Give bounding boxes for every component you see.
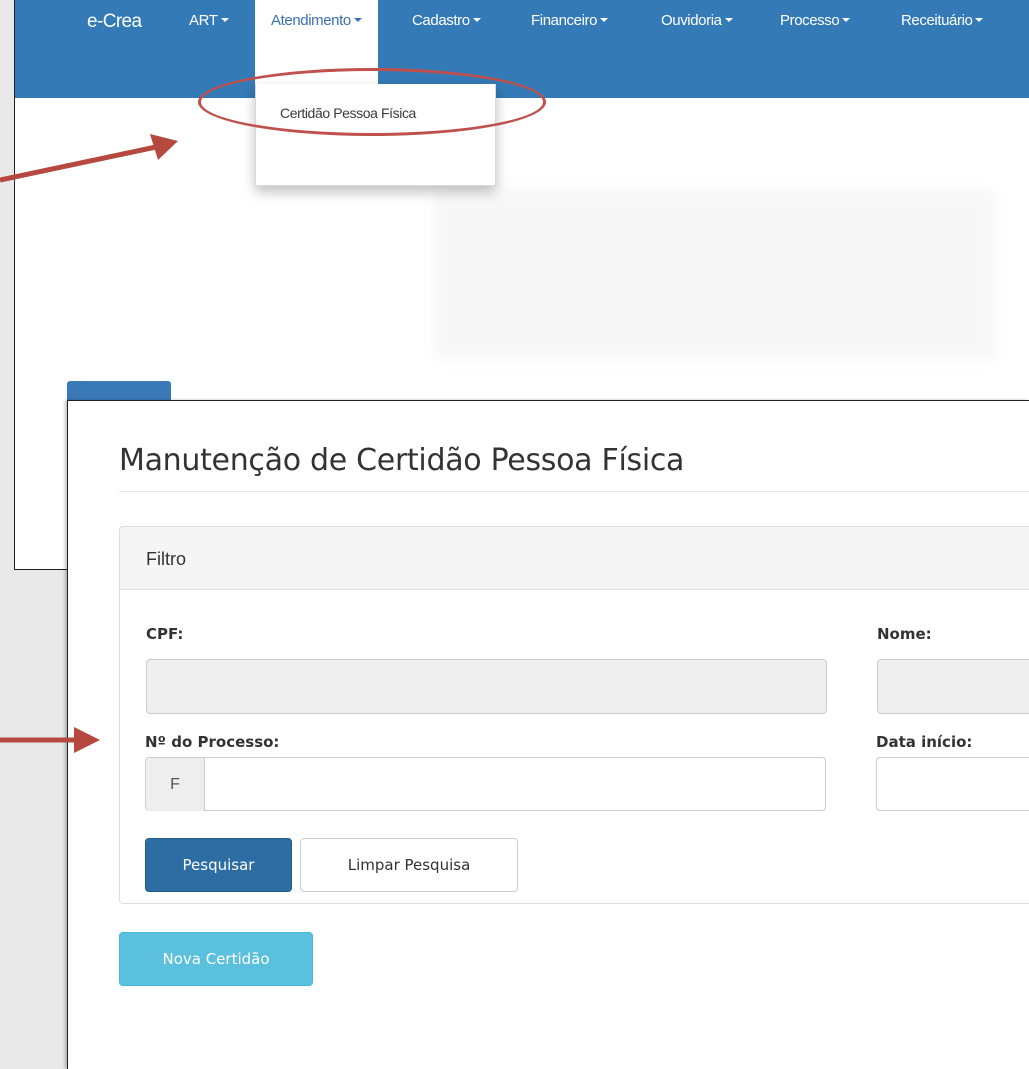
menu-processo-label: Processo bbox=[780, 12, 840, 29]
data-inicio-label: Data início: bbox=[876, 733, 973, 751]
processo-prefix-addon: F bbox=[146, 758, 205, 811]
brand-link[interactable]: e-Crea bbox=[87, 0, 142, 98]
highlight-ellipse bbox=[198, 68, 546, 136]
menu-financeiro-label: Financeiro bbox=[531, 12, 598, 29]
limpar-pesquisa-button[interactable]: Limpar Pesquisa bbox=[300, 838, 518, 892]
blurred-background bbox=[435, 190, 995, 360]
processo-label: Nº do Processo: bbox=[145, 733, 280, 751]
caret-down-icon bbox=[600, 18, 609, 23]
menu-atendimento-label: Atendimento bbox=[271, 12, 351, 29]
caret-down-icon bbox=[724, 18, 733, 23]
menu-financeiro[interactable]: Financeiro bbox=[531, 0, 609, 98]
caret-down-icon bbox=[220, 18, 229, 23]
page-screenshot: Manutenção de Certidão Pessoa Física Fil… bbox=[67, 400, 1029, 1069]
menu-ouvidoria-label: Ouvidoria bbox=[661, 12, 722, 29]
processo-input-group[interactable]: F bbox=[145, 757, 826, 811]
arrow-to-dropdown-icon bbox=[0, 134, 178, 183]
pesquisar-button[interactable]: Pesquisar bbox=[145, 838, 292, 892]
page-title: Manutenção de Certidão Pessoa Física bbox=[119, 443, 685, 479]
menu-art-label: ART bbox=[189, 12, 218, 29]
menu-processo[interactable]: Processo bbox=[780, 0, 851, 98]
menu-cadastro-label: Cadastro bbox=[412, 12, 470, 29]
menu-receituario-label: Receituário bbox=[901, 12, 973, 29]
caret-down-icon bbox=[842, 18, 851, 23]
filter-panel-header: Filtro bbox=[120, 527, 1029, 590]
tab-peek bbox=[67, 381, 171, 401]
caret-down-icon bbox=[975, 18, 984, 23]
brand-label: e-Crea bbox=[87, 11, 142, 32]
menu-receituario[interactable]: Receituário bbox=[901, 0, 984, 98]
nova-certidao-button[interactable]: Nova Certidão bbox=[119, 932, 313, 986]
nome-label: Nome: bbox=[877, 625, 932, 643]
arrow-to-nova-certidao-icon bbox=[0, 727, 100, 753]
caret-down-icon bbox=[472, 18, 481, 23]
cpf-label: CPF: bbox=[146, 625, 184, 643]
data-inicio-input[interactable] bbox=[876, 757, 1029, 811]
title-divider bbox=[119, 491, 1029, 492]
top-navbar: e-Crea ART Atendimento Cadastro Financei… bbox=[15, 0, 1029, 98]
cpf-input[interactable] bbox=[146, 659, 827, 714]
nome-input[interactable] bbox=[877, 659, 1029, 714]
filter-panel-title: Filtro bbox=[146, 549, 186, 569]
caret-down-icon bbox=[353, 18, 362, 23]
menu-ouvidoria[interactable]: Ouvidoria bbox=[661, 0, 733, 98]
